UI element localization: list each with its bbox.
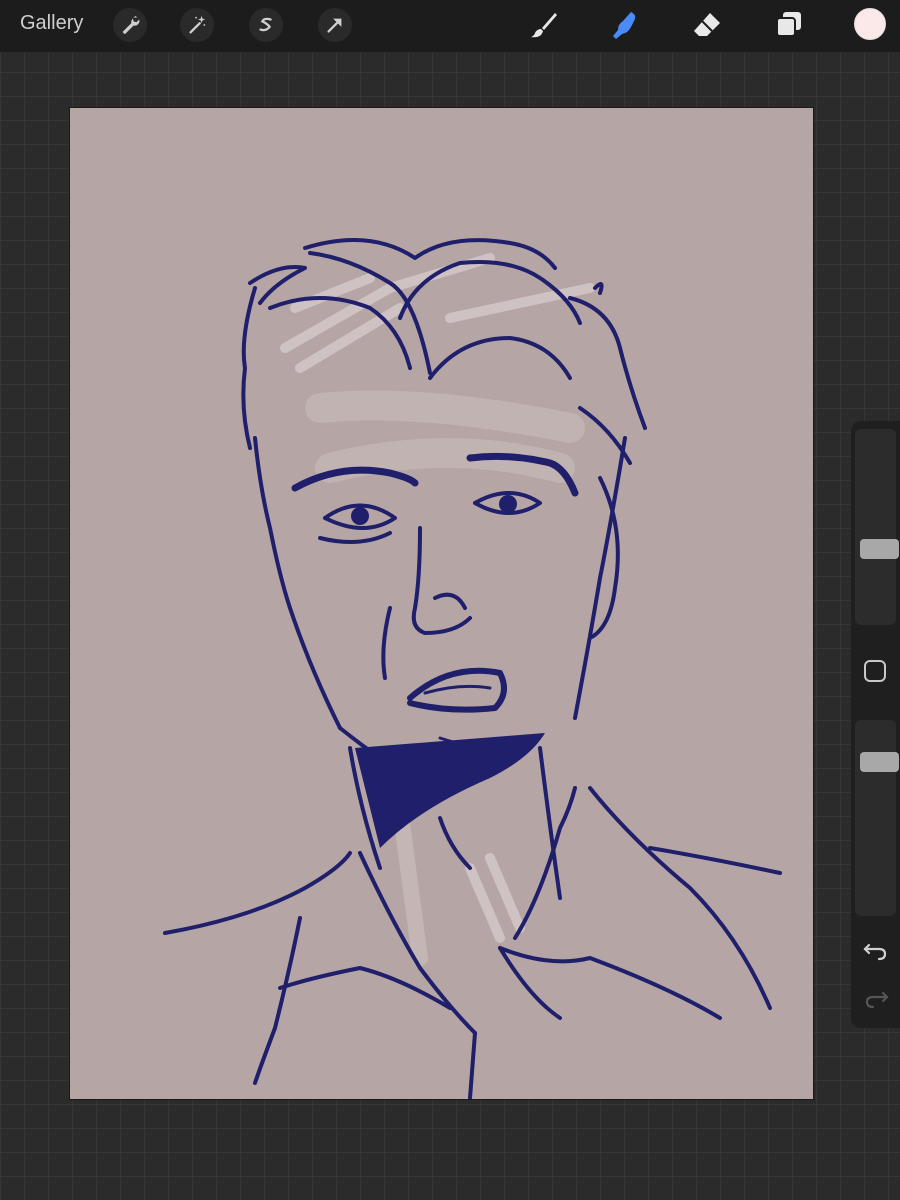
color-swatch[interactable] [854, 8, 886, 40]
canvas-background [70, 108, 813, 1099]
smudge-button[interactable] [608, 8, 642, 42]
eraser-icon [694, 13, 720, 36]
layers-icon [776, 12, 801, 37]
eraser-button[interactable] [690, 8, 724, 42]
adjustments-button[interactable] [180, 8, 214, 42]
undo-arrow-icon [863, 943, 887, 961]
brush-button[interactable] [527, 8, 561, 42]
actions-button[interactable] [113, 8, 147, 42]
sketch-artwork [70, 108, 813, 1099]
side-panel [851, 421, 900, 1028]
gallery-button[interactable]: Gallery [20, 12, 83, 35]
redo-arrow-icon [865, 991, 889, 1009]
magic-wand-icon [189, 15, 206, 34]
layers-button[interactable] [772, 8, 806, 42]
arrow-cursor-icon [327, 18, 342, 33]
top-toolbar: Gallery [0, 0, 900, 52]
transform-button[interactable] [318, 8, 352, 42]
brush-size-thumb[interactable] [860, 539, 899, 559]
modify-button[interactable] [864, 660, 886, 682]
wrench-icon [122, 15, 140, 35]
drawing-canvas[interactable] [70, 108, 813, 1099]
redo-button[interactable] [863, 987, 889, 1009]
opacity-slider[interactable] [855, 720, 899, 916]
paintbrush-icon [531, 13, 557, 38]
undo-button[interactable] [863, 939, 889, 961]
opacity-thumb[interactable] [860, 752, 899, 772]
smudge-finger-icon [613, 12, 636, 39]
brush-size-slider[interactable] [855, 429, 899, 625]
selection-button[interactable] [249, 8, 283, 42]
selection-s-icon [259, 17, 272, 32]
